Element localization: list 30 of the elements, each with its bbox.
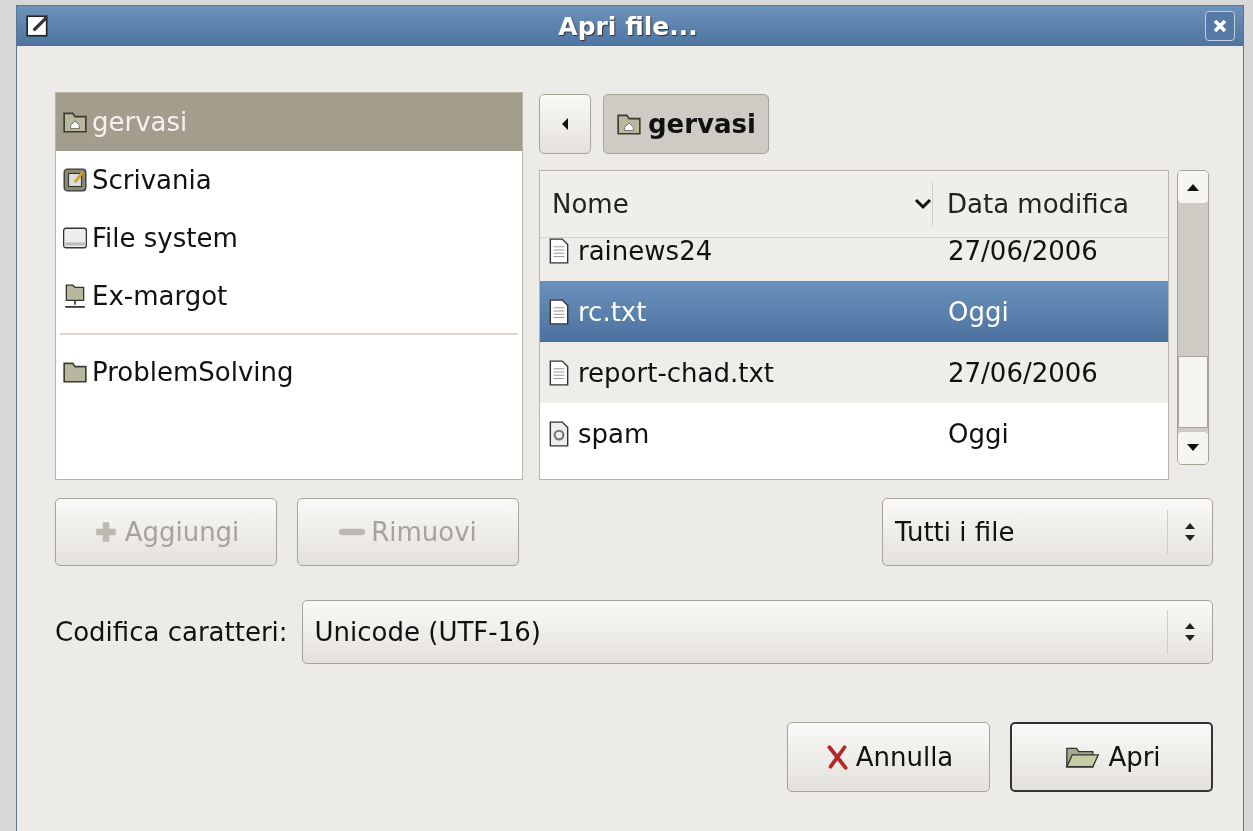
column-header[interactable]: Data modifica — [932, 181, 1168, 227]
file-row[interactable]: report-chad.txt 27/06/2006 — [540, 342, 1168, 403]
left-arrow-icon — [560, 117, 570, 131]
drive-icon — [62, 225, 88, 251]
scrollbar[interactable] — [1177, 170, 1209, 465]
file-row[interactable]: rc.txt Oggi — [540, 281, 1168, 342]
place-item[interactable]: Scrivania — [56, 151, 522, 209]
network-folder-icon — [62, 283, 88, 309]
close-icon — [1212, 18, 1228, 34]
open-button[interactable]: Apri — [1010, 722, 1213, 792]
down-arrow-icon — [1186, 443, 1200, 453]
up-arrow-icon — [1186, 182, 1200, 192]
place-item[interactable]: ProblemSolving — [56, 343, 522, 401]
column-header[interactable]: Nome — [540, 171, 932, 237]
desktop-icon — [62, 167, 88, 193]
encoding-label: Codifica caratteri: — [55, 617, 288, 647]
filter-dropdown[interactable]: Tutti i file — [882, 498, 1213, 566]
path-button[interactable]: gervasi — [603, 94, 769, 154]
file-row[interactable]: rainews24 27/06/2006 — [540, 238, 1168, 281]
scrollbar-thumb[interactable] — [1178, 356, 1208, 428]
file-row[interactable]: spam Oggi — [540, 403, 1168, 464]
window-title: Apri file... — [557, 11, 699, 41]
encoding-dropdown[interactable]: Unicode (UTF-16) — [301, 600, 1213, 664]
place-item[interactable]: File system — [56, 209, 522, 267]
place-item[interactable]: Ex-margot — [56, 267, 522, 325]
close-button[interactable] — [1205, 11, 1235, 41]
cancel-button[interactable]: Annulla — [787, 722, 990, 792]
sort-down-icon — [914, 198, 932, 210]
back-button[interactable] — [539, 94, 591, 154]
notepad-icon — [25, 13, 51, 39]
